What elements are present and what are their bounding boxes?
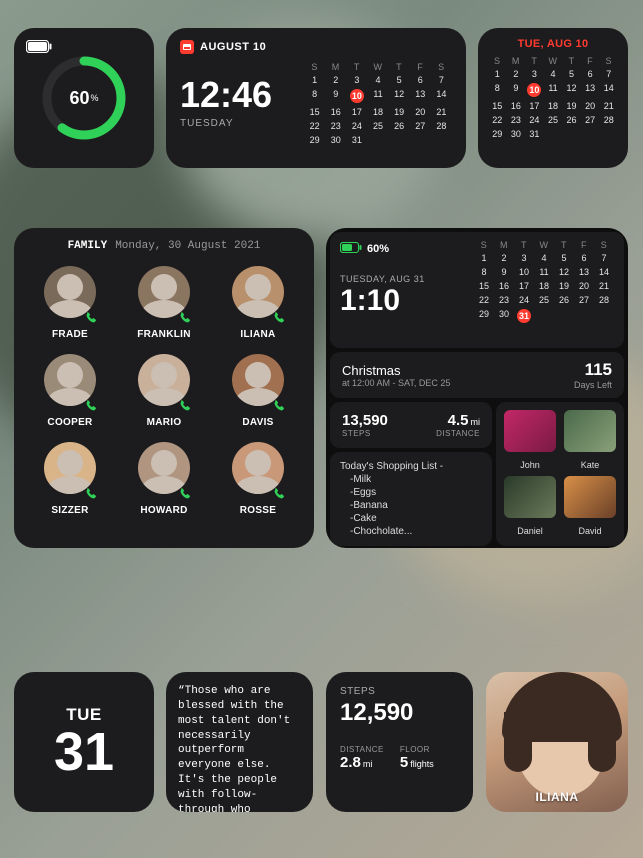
battery-ring-widget[interactable]: 60% [14,28,154,168]
family-widget[interactable]: FAMILY Monday, 30 August 2021 FRADE FRANK… [14,228,314,548]
calendar-small-title: TUE, AUG 10 [488,38,618,50]
dashboard-widget[interactable]: 60% TUESDAY, AUG 31 1:10 SMTWTFS 1234567… [326,228,628,548]
family-contact-name: ILIANA [240,329,275,340]
family-contact-name: COOPER [47,417,92,428]
note-item: -Eggs [350,486,482,499]
event-name: Christmas [342,363,450,378]
battery-percent: 60 [69,88,89,109]
event-count-label: Days Left [574,380,612,390]
distance-label: DISTANCE [436,429,480,438]
family-contact[interactable]: SIZZER [28,442,112,516]
note-title: Today's Shopping List - [340,460,482,473]
phone-icon [272,487,286,501]
phone-icon [178,311,192,325]
family-contact[interactable]: DAVIS [216,354,300,428]
steps-label: STEPS [340,686,459,697]
note-item: -Chocholate... [350,525,482,538]
steps-value: 13,590 [342,412,388,429]
family-contact-name: HOWARD [140,505,187,516]
phone-icon [84,311,98,325]
phone-icon [178,487,192,501]
family-contact[interactable]: HOWARD [122,442,206,516]
event-count: 115 [585,360,612,380]
dashboard-time: 1:10 [340,284,464,318]
clock-calendar-widget[interactable]: AUGUST 10 12:46 TUESDAY SMTWTFS 12345678… [166,28,466,168]
family-contact-name: MARIO [147,417,182,428]
family-contact-name: FRADE [52,329,88,340]
event-when: at 12:00 AM - SAT, DEC 25 [342,378,450,388]
photo-thumb[interactable]: John [504,410,556,470]
calendar-small-widget[interactable]: TUE, AUG 10 SMTWTFS 12345678910111213141… [478,28,628,168]
photo-thumb[interactable]: David [564,476,616,536]
phone-icon [84,487,98,501]
photo-thumb[interactable]: Daniel [504,476,556,536]
contact-photo-widget[interactable]: ILIANA [486,672,628,812]
note-item: -Banana [350,499,482,512]
clock-date: AUGUST 10 [200,41,266,53]
family-contact[interactable]: MARIO [122,354,206,428]
steps-label: STEPS [342,429,388,438]
family-title: FAMILY [68,240,108,252]
family-subtitle: Monday, 30 August 2021 [115,240,260,252]
quote-text: “Those who are blessed with the most tal… [178,684,301,812]
clock-time: 12:46 [180,74,304,116]
note-item: -Milk [350,473,482,486]
calendar-badge-icon [180,40,194,54]
family-contact[interactable]: ROSSE [216,442,300,516]
family-contact-name: DAVIS [242,417,273,428]
family-contact-name: FRANKLIN [137,329,191,340]
phone-icon [272,399,286,413]
family-contact[interactable]: FRADE [28,266,112,340]
phone-icon [84,399,98,413]
family-contact[interactable]: FRANKLIN [122,266,206,340]
contact-name: ILIANA [486,790,628,804]
family-contact-name: SIZZER [51,505,88,516]
dashboard-battery: 60% [367,243,389,255]
steps-value: 12,590 [340,699,459,727]
phone-icon [178,399,192,413]
family-contact[interactable]: ILIANA [216,266,300,340]
family-contact-name: ROSSE [240,505,277,516]
dashboard-date: TUESDAY, AUG 31 [340,274,464,284]
family-contact[interactable]: COOPER [28,354,112,428]
date-day-number: 31 [54,725,114,779]
note-item: -Cake [350,512,482,525]
phone-icon [272,311,286,325]
steps-widget[interactable]: STEPS 12,590 DISTANCE 2.8mi FLOOR 5fligh… [326,672,473,812]
battery-icon [340,240,362,258]
date-widget[interactable]: TUE 31 [14,672,154,812]
clock-weekday: TUESDAY [180,118,304,129]
battery-icon [26,40,52,53]
photo-thumb[interactable]: Kate [564,410,616,470]
quote-widget[interactable]: “Those who are blessed with the most tal… [166,672,313,812]
